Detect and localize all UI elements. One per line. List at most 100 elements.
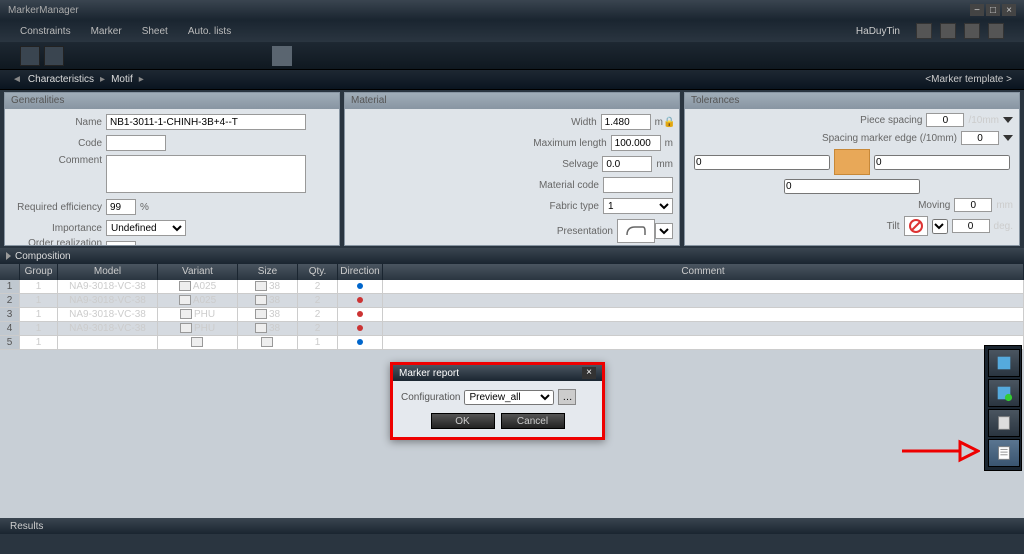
toolbar-icon-4[interactable]: [988, 23, 1004, 39]
cell-button[interactable]: [191, 337, 203, 347]
cell-button[interactable]: [261, 337, 273, 347]
marker-template-link[interactable]: <Marker template >: [925, 74, 1012, 85]
presentation-icon[interactable]: [617, 219, 655, 243]
selvage-input[interactable]: [602, 156, 652, 172]
tool-btn-1[interactable]: [20, 46, 40, 66]
crumb-motif[interactable]: Motif: [111, 74, 133, 85]
toolbar-icon-2[interactable]: [940, 23, 956, 39]
close-button[interactable]: ×: [1002, 4, 1016, 16]
toolbar-icon-1[interactable]: [916, 23, 932, 39]
piece-spacing-input[interactable]: [926, 113, 964, 127]
cell-comment[interactable]: [383, 322, 1024, 335]
width-input[interactable]: [601, 114, 651, 130]
chevron-down-icon[interactable]: [1003, 117, 1013, 123]
cell-model[interactable]: NA9-3018-VC-38: [58, 322, 158, 335]
tol-center-input[interactable]: [784, 179, 920, 194]
cell-variant[interactable]: PHU: [158, 322, 238, 335]
chevron-down-icon[interactable]: [1003, 135, 1013, 141]
req-eff-input[interactable]: [106, 199, 136, 215]
tilt-input[interactable]: [952, 219, 990, 233]
cancel-button[interactable]: Cancel: [501, 413, 565, 429]
col-qty[interactable]: Qty.: [298, 264, 338, 280]
table-row[interactable]: 511: [0, 336, 1024, 350]
table-row[interactable]: 41NA9-3018-VC-38PHU382: [0, 322, 1024, 336]
cell-button[interactable]: [180, 309, 192, 319]
cell-qty[interactable]: 2: [298, 308, 338, 321]
cell-size[interactable]: 38: [238, 308, 298, 321]
cell-direction[interactable]: [338, 336, 383, 349]
cell-group[interactable]: 1: [20, 336, 58, 349]
order-input[interactable]: [106, 241, 136, 245]
menu-marker[interactable]: Marker: [91, 26, 122, 37]
fabric-select[interactable]: 1: [603, 198, 673, 214]
cell-group[interactable]: 1: [20, 280, 58, 293]
col-variant[interactable]: Variant: [158, 264, 238, 280]
cell-variant[interactable]: PHU: [158, 308, 238, 321]
lock-icon[interactable]: 🔒: [663, 117, 673, 127]
cell-button[interactable]: [255, 323, 267, 333]
cell-direction[interactable]: [338, 308, 383, 321]
ok-button[interactable]: OK: [431, 413, 495, 429]
importance-select[interactable]: Undefined: [106, 220, 186, 236]
table-row[interactable]: 21NA9-3018-VC-38A025382: [0, 294, 1024, 308]
cell-comment[interactable]: [383, 308, 1024, 321]
tol-left-input[interactable]: [694, 155, 830, 170]
side-btn-3[interactable]: [988, 409, 1020, 437]
menu-sheet[interactable]: Sheet: [142, 26, 168, 37]
side-btn-1[interactable]: [988, 349, 1020, 377]
moving-input[interactable]: [954, 198, 992, 212]
cell-button[interactable]: [255, 281, 267, 291]
cell-comment[interactable]: [383, 280, 1024, 293]
tol-right-input[interactable]: [874, 155, 1010, 170]
cell-group[interactable]: 1: [20, 308, 58, 321]
cell-group[interactable]: 1: [20, 294, 58, 307]
name-input[interactable]: [106, 114, 306, 130]
cell-size[interactable]: 38: [238, 280, 298, 293]
cell-qty[interactable]: 2: [298, 294, 338, 307]
minimize-button[interactable]: −: [970, 4, 984, 16]
crumb-characteristics[interactable]: Characteristics: [28, 74, 94, 85]
edge-input[interactable]: [961, 131, 999, 145]
cell-button[interactable]: [180, 323, 192, 333]
col-group[interactable]: Group: [20, 264, 58, 280]
back-arrow-icon[interactable]: ◄: [12, 74, 22, 85]
tool-btn-2[interactable]: [44, 46, 64, 66]
cell-qty[interactable]: 2: [298, 322, 338, 335]
comment-input[interactable]: [106, 155, 306, 193]
cell-comment[interactable]: [383, 294, 1024, 307]
results-header[interactable]: Results: [0, 518, 1024, 534]
col-comment[interactable]: Comment: [383, 264, 1024, 280]
menu-auto-lists[interactable]: Auto. lists: [188, 26, 231, 37]
maximize-button[interactable]: □: [986, 4, 1000, 16]
tilt-forbidden-icon[interactable]: [904, 216, 928, 236]
cell-variant[interactable]: A025: [158, 294, 238, 307]
cell-model[interactable]: NA9-3018-VC-38: [58, 294, 158, 307]
cell-comment[interactable]: [383, 336, 1024, 349]
table-row[interactable]: 31NA9-3018-VC-38PHU382: [0, 308, 1024, 322]
cell-button[interactable]: [179, 295, 191, 305]
cell-qty[interactable]: 2: [298, 280, 338, 293]
col-direction[interactable]: Direction: [338, 264, 383, 280]
toolbar-icon-3[interactable]: [964, 23, 980, 39]
cell-group[interactable]: 1: [20, 322, 58, 335]
side-btn-2[interactable]: [988, 379, 1020, 407]
side-btn-report[interactable]: [988, 439, 1020, 467]
cell-button[interactable]: [255, 309, 267, 319]
cell-variant[interactable]: [158, 336, 238, 349]
cell-model[interactable]: [58, 336, 158, 349]
cell-button[interactable]: [179, 281, 191, 291]
dialog-close-icon[interactable]: ×: [582, 367, 596, 379]
presentation-select[interactable]: [655, 223, 673, 239]
cell-direction[interactable]: [338, 322, 383, 335]
cell-direction[interactable]: [338, 280, 383, 293]
table-row[interactable]: 11NA9-3018-VC-38A025382: [0, 280, 1024, 294]
matcode-input[interactable]: [603, 177, 673, 193]
cell-button[interactable]: [255, 295, 267, 305]
cell-model[interactable]: NA9-3018-VC-38: [58, 280, 158, 293]
cell-size[interactable]: [238, 336, 298, 349]
col-model[interactable]: Model: [58, 264, 158, 280]
config-select[interactable]: Preview_all: [464, 390, 554, 405]
config-browse-button[interactable]: …: [558, 389, 576, 405]
dialog-header[interactable]: Marker report ×: [393, 365, 602, 381]
tool-center-icon[interactable]: [272, 46, 292, 66]
